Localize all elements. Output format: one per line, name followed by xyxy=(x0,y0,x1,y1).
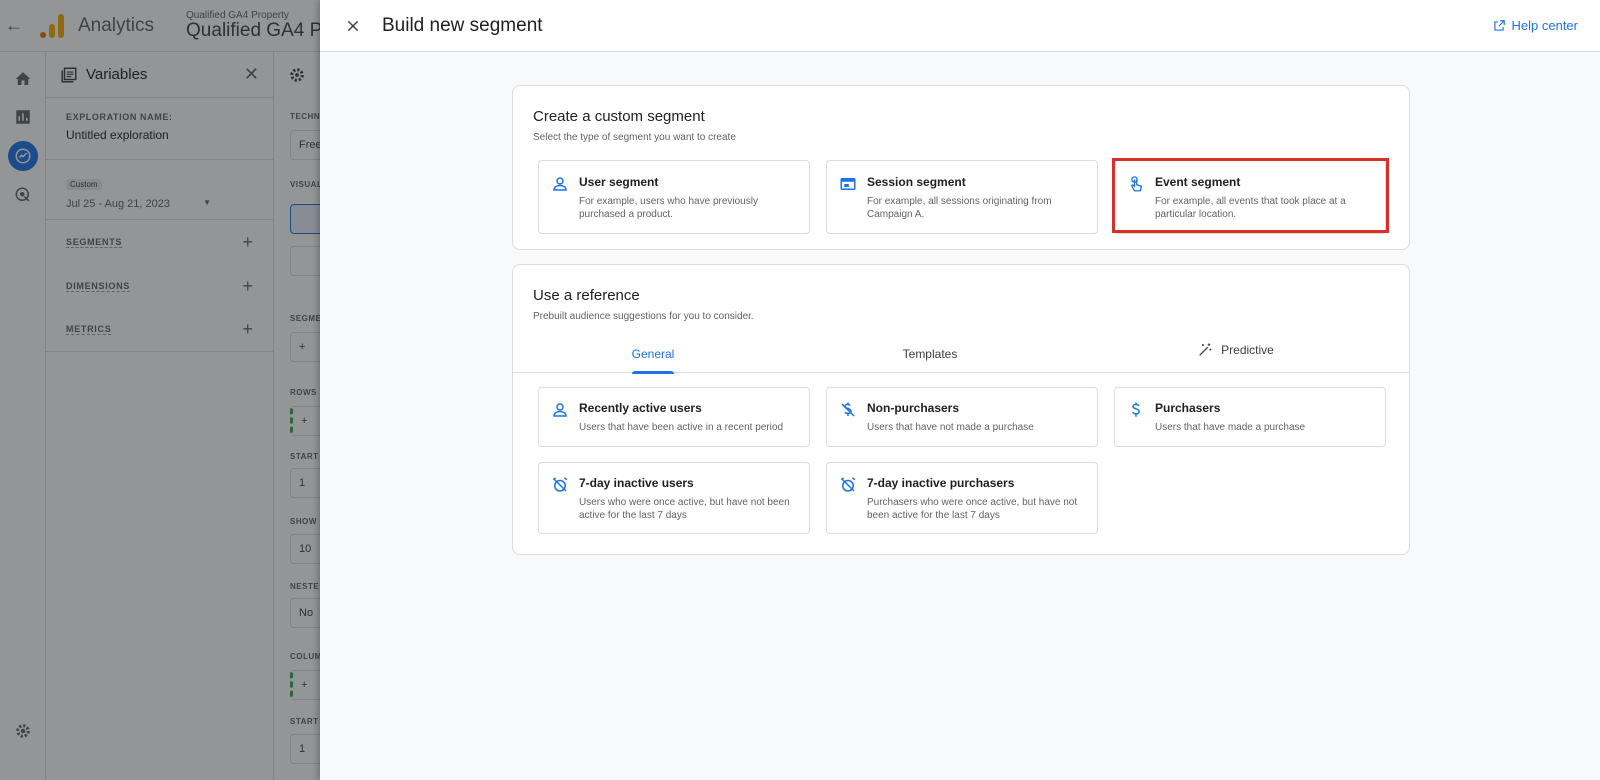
session-icon xyxy=(840,178,856,190)
seven-day-inactive-users-desc: Users who were once active, but have not… xyxy=(579,497,790,521)
non-purchasers-option[interactable]: Non-purchasers Users that have not made … xyxy=(826,387,1098,447)
user-segment-desc: For example, users who have previously p… xyxy=(579,196,758,220)
session-segment-title: Session segment xyxy=(867,175,966,189)
touch-icon xyxy=(1131,176,1143,192)
recently-active-users-title: Recently active users xyxy=(579,401,702,415)
reference-card: Use a reference Prebuilt audience sugges… xyxy=(512,264,1410,555)
dollar-icon xyxy=(1132,402,1140,417)
purchasers-title: Purchasers xyxy=(1155,401,1221,415)
alarm-off-icon xyxy=(840,477,856,492)
person-icon xyxy=(553,177,567,191)
seven-day-inactive-purchasers-title: 7-day inactive purchasers xyxy=(867,476,1015,490)
no-dollar-icon xyxy=(841,402,855,417)
panel-header: Build new segment Help center xyxy=(320,0,1600,52)
screen: ← Analytics Qualified GA4 Property Quali… xyxy=(0,0,1600,780)
user-segment-option[interactable]: User segment For example, users who have… xyxy=(538,160,810,234)
tab-general-label: General xyxy=(631,347,675,361)
session-segment-option[interactable]: Session segment For example, all session… xyxy=(826,160,1098,234)
custom-segment-title: Create a custom segment xyxy=(533,108,705,125)
modal-scrim[interactable] xyxy=(0,0,320,780)
seven-day-inactive-users-option[interactable]: 7-day inactive users Users who were once… xyxy=(538,462,810,534)
tab-predictive-label: Predictive xyxy=(1221,343,1274,357)
alarm-off-icon xyxy=(552,477,568,492)
magic-wand-icon xyxy=(1199,343,1212,356)
open-in-new-icon xyxy=(1493,19,1505,31)
custom-segment-subtitle: Select the type of segment you want to c… xyxy=(533,132,736,143)
active-tab-indicator xyxy=(632,371,674,374)
help-center-link[interactable]: Help center xyxy=(1492,18,1578,33)
session-segment-desc: For example, all sessions originating fr… xyxy=(867,196,1052,220)
reference-title: Use a reference xyxy=(533,287,640,304)
seven-day-inactive-purchasers-desc: Purchasers who were once active, but hav… xyxy=(867,497,1078,521)
tab-predictive[interactable]: Predictive xyxy=(1113,331,1358,369)
help-center-label: Help center xyxy=(1511,18,1578,33)
person-icon xyxy=(553,403,567,417)
event-segment-desc: For example, all events that took place … xyxy=(1155,196,1346,220)
tab-general[interactable]: General xyxy=(513,335,793,374)
build-segment-panel: Build new segment Help center Create a c… xyxy=(320,0,1600,780)
non-purchasers-title: Non-purchasers xyxy=(867,401,960,415)
recently-active-users-option[interactable]: Recently active users Users that have be… xyxy=(538,387,810,447)
tab-templates[interactable]: Templates xyxy=(796,335,1064,373)
panel-title: Build new segment xyxy=(382,14,543,36)
event-segment-option[interactable]: Event segment For example, all events th… xyxy=(1114,160,1386,234)
seven-day-inactive-purchasers-option[interactable]: 7-day inactive purchasers Purchasers who… xyxy=(826,462,1098,534)
reference-subtitle: Prebuilt audience suggestions for you to… xyxy=(533,311,754,322)
reference-tabs: General Templates Predictive xyxy=(513,335,1409,374)
purchasers-option[interactable]: Purchasers Users that have made a purcha… xyxy=(1114,387,1386,447)
user-segment-title: User segment xyxy=(579,175,659,189)
tab-templates-label: Templates xyxy=(902,347,958,361)
custom-segment-card: Create a custom segment Select the type … xyxy=(512,85,1410,250)
close-icon[interactable] xyxy=(338,11,368,41)
non-purchasers-desc: Users that have not made a purchase xyxy=(867,422,1034,433)
recently-active-users-desc: Users that have been active in a recent … xyxy=(579,422,784,433)
event-segment-title: Event segment xyxy=(1155,175,1241,189)
seven-day-inactive-users-title: 7-day inactive users xyxy=(579,476,694,490)
purchasers-desc: Users that have made a purchase xyxy=(1155,422,1306,433)
